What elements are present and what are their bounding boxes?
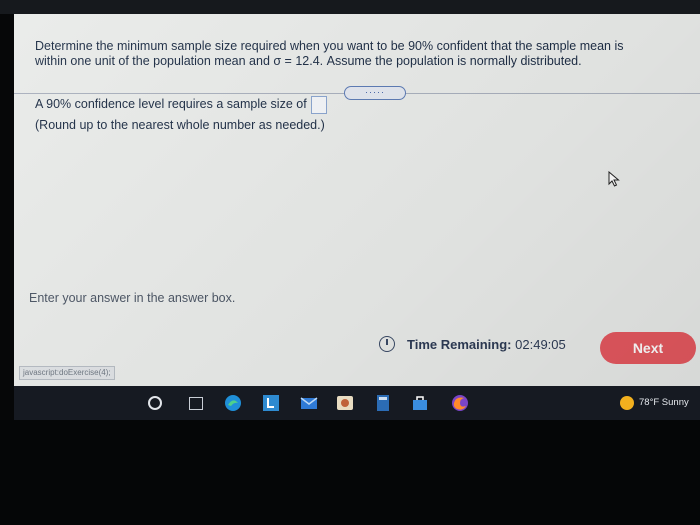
window-top-edge [0, 0, 700, 14]
weather-sun-icon [620, 396, 634, 410]
next-button[interactable]: Next [600, 332, 696, 364]
edge-icon[interactable] [224, 394, 242, 412]
question-text: Determine the minimum sample size requir… [35, 39, 685, 69]
sample-size-answer-input[interactable] [310, 95, 327, 114]
mouse-cursor-icon [608, 171, 620, 187]
time-remaining-value: 02:49:05 [515, 337, 566, 352]
clock-icon [379, 336, 395, 352]
answer-block: A 90% confidence level requires a sample… [35, 94, 327, 136]
windows-taskbar: 78°F Sunny [14, 386, 700, 420]
firefox-icon[interactable] [451, 394, 469, 412]
store-icon[interactable] [411, 394, 429, 412]
monitor-bezel [0, 420, 700, 525]
time-remaining-label: Time Remaining: [407, 337, 512, 352]
time-remaining: Time Remaining: 02:49:05 [407, 337, 566, 352]
question-line-1: Determine the minimum sample size requir… [35, 39, 624, 53]
answer-prompt: A 90% confidence level requires a sample… [35, 97, 307, 111]
mail-icon[interactable] [300, 394, 318, 412]
expand-more-button[interactable]: ····· [344, 86, 406, 100]
status-bar-url: javascript:doExercise(4); [19, 366, 115, 380]
screen-glare [14, 14, 700, 386]
answer-hint: Enter your answer in the answer box. [29, 291, 236, 305]
photos-icon[interactable] [336, 394, 354, 412]
weather-text[interactable]: 78°F Sunny [639, 397, 689, 408]
task-view-icon[interactable] [189, 397, 203, 410]
rounding-instruction: (Round up to the nearest whole number as… [35, 118, 325, 132]
calculator-icon[interactable] [374, 394, 392, 412]
exercise-panel: Determine the minimum sample size requir… [14, 14, 700, 386]
l-app-icon[interactable] [262, 394, 280, 412]
start-icon[interactable] [148, 396, 162, 410]
answer-prompt-line: A 90% confidence level requires a sample… [35, 94, 327, 115]
question-line-2: within one unit of the population mean a… [35, 54, 582, 68]
